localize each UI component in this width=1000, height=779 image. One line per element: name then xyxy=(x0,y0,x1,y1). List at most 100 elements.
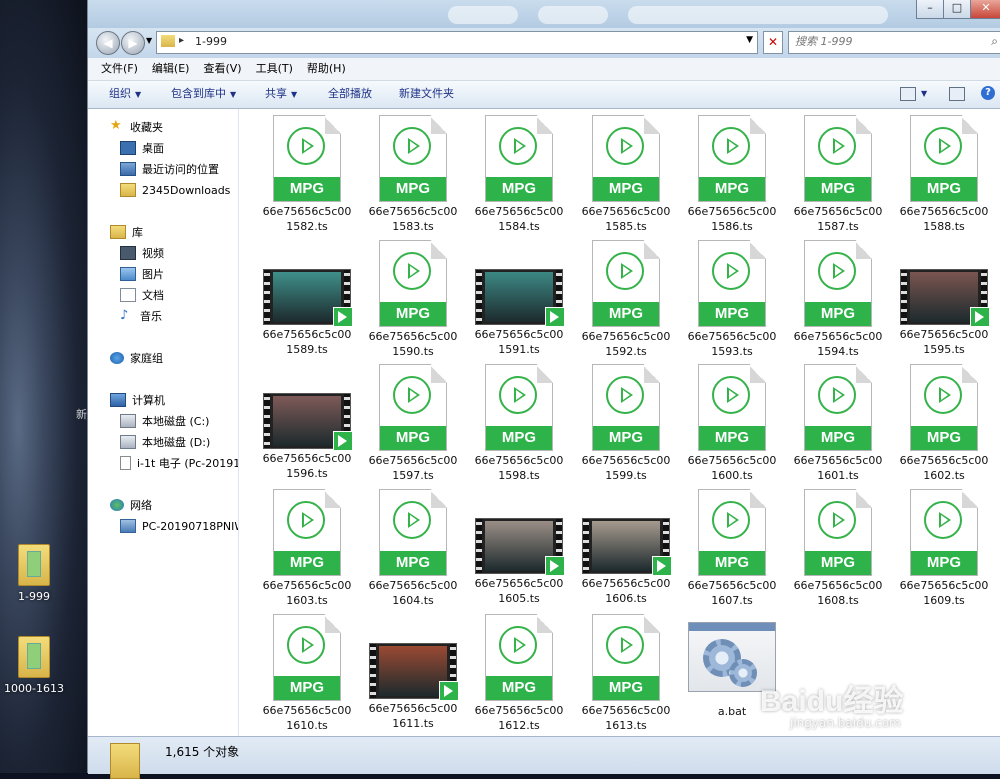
address-bar-row: ◀ ▶ ▼ ▸ 1-999 ▼ ✕ ⌕ xyxy=(88,28,1000,58)
file-item[interactable]: MPG 66e75656c5c00 1587.ts xyxy=(790,115,886,234)
address-path[interactable]: 1-999 xyxy=(195,35,227,48)
title-bar[interactable]: – □ ✕ xyxy=(88,0,1000,28)
nav-item-downloads[interactable]: 2345Downloads xyxy=(120,181,230,201)
page-fold xyxy=(537,116,552,134)
help-icon[interactable]: ? xyxy=(981,86,995,100)
file-item[interactable]: MPG 66e75656c5c00 1603.ts xyxy=(259,489,355,608)
mpg-file-icon: MPG xyxy=(485,364,553,451)
folder-icon xyxy=(18,544,50,586)
file-name-line: 66e75656c5c00 xyxy=(262,328,352,341)
nav-item-network-pc[interactable]: PC-20190718PNIW xyxy=(120,517,238,537)
nav-computer[interactable]: 计算机 xyxy=(110,391,165,411)
nav-item-drive-d[interactable]: 本地磁盘 (D:) xyxy=(120,433,210,453)
page-fold xyxy=(644,116,659,134)
nav-item-videos[interactable]: 视频 xyxy=(120,244,164,264)
forward-button[interactable]: ▶ xyxy=(121,31,145,55)
file-item[interactable]: MPG 66e75656c5c00 1593.ts xyxy=(684,240,780,359)
back-button[interactable]: ◀ xyxy=(96,31,120,55)
navigation-pane: ★ 收藏夹 桌面 最近访问的位置 2345Downloads 库 视频 图片 文档… xyxy=(88,109,239,736)
organize-button[interactable]: 组织 ▼ xyxy=(109,81,141,108)
minimize-button[interactable]: – xyxy=(916,0,944,19)
file-name-line: 1611.ts xyxy=(392,717,434,730)
play-icon xyxy=(621,138,633,154)
search-box[interactable]: ⌕ xyxy=(788,31,1000,54)
file-item[interactable]: MPG 66e75656c5c00 1601.ts xyxy=(790,364,886,483)
new-folder-button[interactable]: 新建文件夹 xyxy=(399,81,454,107)
chevron-down-icon[interactable]: ▼ xyxy=(921,81,927,107)
nav-network[interactable]: 网络 xyxy=(110,496,152,516)
menu-edit[interactable]: 编辑(E) xyxy=(145,58,197,80)
nav-libraries[interactable]: 库 xyxy=(110,223,143,243)
file-item[interactable]: MPG 66e75656c5c00 1610.ts xyxy=(259,614,355,733)
file-item[interactable]: 66e75656c5c00 1605.ts xyxy=(471,489,567,606)
file-item[interactable]: MPG 66e75656c5c00 1607.ts xyxy=(684,489,780,608)
nav-item-music[interactable]: ♪ 音乐 xyxy=(120,307,162,327)
file-name-line: 66e75656c5c00 xyxy=(581,454,671,467)
file-item[interactable]: MPG 66e75656c5c00 1582.ts xyxy=(259,115,355,234)
page-fold xyxy=(325,615,340,633)
file-item[interactable]: MPG 66e75656c5c00 1598.ts xyxy=(471,364,567,483)
menu-help[interactable]: 帮助(H) xyxy=(300,58,353,80)
nav-homegroup[interactable]: 家庭组 xyxy=(110,349,163,369)
file-item[interactable]: MPG 66e75656c5c00 1584.ts xyxy=(471,115,567,234)
file-item[interactable]: MPG 66e75656c5c00 1609.ts xyxy=(896,489,992,608)
mpg-badge: MPG xyxy=(380,426,446,450)
file-item[interactable]: MPG 66e75656c5c00 1608.ts xyxy=(790,489,886,608)
preview-pane-icon[interactable] xyxy=(949,87,965,101)
nav-item-desktop[interactable]: 桌面 xyxy=(120,139,164,159)
recent-pages-chevron-icon[interactable]: ▼ xyxy=(146,36,152,45)
page-fold xyxy=(644,241,659,259)
file-item[interactable]: MPG 66e75656c5c00 1588.ts xyxy=(896,115,992,234)
menu-tools[interactable]: 工具(T) xyxy=(249,58,300,80)
video-thumbnail xyxy=(263,269,353,327)
file-item[interactable]: MPG 66e75656c5c00 1597.ts xyxy=(365,364,461,483)
file-item[interactable]: MPG 66e75656c5c00 1602.ts xyxy=(896,364,992,483)
file-item[interactable]: MPG 66e75656c5c00 1594.ts xyxy=(790,240,886,359)
nav-item-pictures[interactable]: 图片 xyxy=(120,265,164,285)
menu-file[interactable]: 文件(F) xyxy=(94,58,145,80)
desktop-folder-icon[interactable]: 1000-1613 xyxy=(0,636,74,695)
network-computer-icon xyxy=(120,519,136,533)
mpg-badge: MPG xyxy=(486,426,552,450)
chevron-down-icon: ▼ xyxy=(291,90,298,99)
file-name-line: 66e75656c5c00 xyxy=(262,579,352,592)
file-item[interactable]: 66e75656c5c00 1589.ts xyxy=(259,240,355,357)
nav-item-recent[interactable]: 最近访问的位置 xyxy=(120,160,219,180)
file-item[interactable]: 66e75656c5c00 1591.ts xyxy=(471,240,567,357)
close-button[interactable]: ✕ xyxy=(970,0,1000,19)
nav-favorites[interactable]: ★ 收藏夹 xyxy=(110,118,163,138)
maximize-button[interactable]: □ xyxy=(943,0,971,19)
play-all-button[interactable]: 全部播放 xyxy=(328,81,372,107)
file-item[interactable]: MPG 66e75656c5c00 1592.ts xyxy=(578,240,674,359)
view-options-icon[interactable] xyxy=(900,87,916,101)
command-bar: 组织 ▼ 包含到库中 ▼ 共享 ▼ 全部播放 新建文件夹 ▼ ? xyxy=(88,81,1000,109)
file-item[interactable]: MPG 66e75656c5c00 1612.ts xyxy=(471,614,567,733)
desktop-folder-icon[interactable]: 1-999 xyxy=(0,544,74,603)
file-item[interactable]: MPG 66e75656c5c00 1585.ts xyxy=(578,115,674,234)
menu-view[interactable]: 查看(V) xyxy=(196,58,248,80)
file-item[interactable]: MPG 66e75656c5c00 1583.ts xyxy=(365,115,461,234)
address-box[interactable]: ▸ 1-999 ▼ xyxy=(156,31,758,54)
file-item[interactable]: 66e75656c5c00 1595.ts xyxy=(896,240,992,357)
share-button[interactable]: 共享 ▼ xyxy=(265,81,297,108)
nav-item-drive-c[interactable]: 本地磁盘 (C:) xyxy=(120,412,209,432)
file-item[interactable]: MPG 66e75656c5c00 1600.ts xyxy=(684,364,780,483)
file-item[interactable]: MPG 66e75656c5c00 1586.ts xyxy=(684,115,780,234)
file-item[interactable]: 66e75656c5c00 1611.ts xyxy=(365,614,461,731)
search-input[interactable] xyxy=(795,32,965,51)
breadcrumb-arrow-icon[interactable]: ▸ xyxy=(179,35,184,46)
file-item[interactable]: MPG 66e75656c5c00 1599.ts xyxy=(578,364,674,483)
stop-icon[interactable]: ✕ xyxy=(763,31,783,54)
file-item[interactable]: MPG 66e75656c5c00 1613.ts xyxy=(578,614,674,733)
chevron-down-icon[interactable]: ▼ xyxy=(746,35,753,45)
file-item[interactable]: 66e75656c5c00 1596.ts xyxy=(259,364,355,481)
play-icon xyxy=(408,387,420,403)
nav-item-removable[interactable]: i-1t 电子 (Pc-20191 xyxy=(120,454,238,474)
search-icon[interactable]: ⌕ xyxy=(991,34,998,49)
file-name-line: 1604.ts xyxy=(392,594,434,607)
file-item[interactable]: MPG 66e75656c5c00 1590.ts xyxy=(365,240,461,359)
file-item[interactable]: MPG 66e75656c5c00 1604.ts xyxy=(365,489,461,608)
nav-item-documents[interactable]: 文档 xyxy=(120,286,164,306)
include-library-button[interactable]: 包含到库中 ▼ xyxy=(171,81,236,108)
file-item[interactable]: 66e75656c5c00 1606.ts xyxy=(578,489,674,606)
